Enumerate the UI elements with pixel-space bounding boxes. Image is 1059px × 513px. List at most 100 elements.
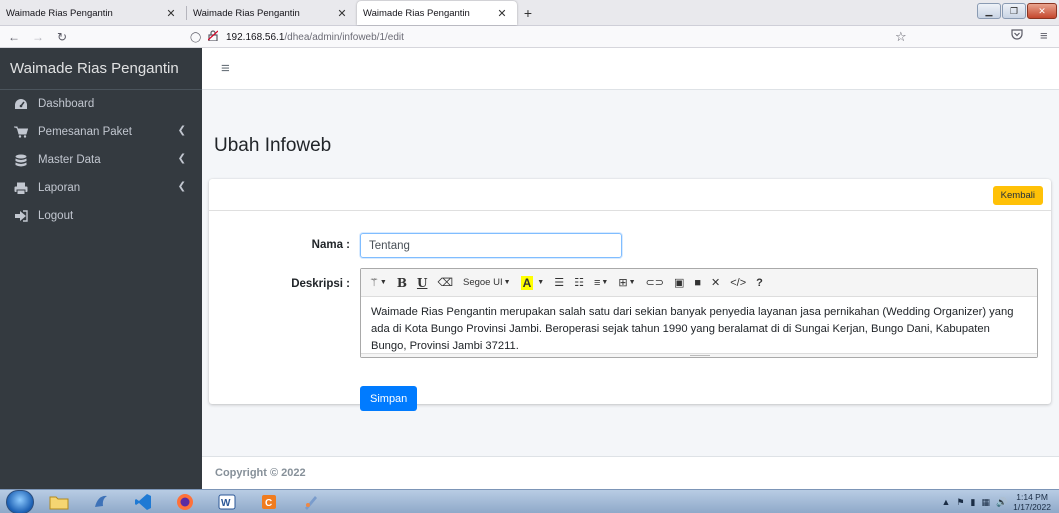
browser-tab-2[interactable]: Waimade Rias Pengantin ✕ bbox=[187, 1, 357, 25]
magic-style-icon[interactable]: ⚚ ▼ bbox=[369, 273, 387, 293]
battery-icon[interactable]: ▮ bbox=[970, 497, 975, 508]
shield-icon[interactable]: ◯ bbox=[190, 32, 202, 43]
card-header: Kembali bbox=[209, 179, 1051, 211]
back-button[interactable]: Kembali bbox=[992, 186, 1043, 205]
fullscreen-icon[interactable]: ✕ bbox=[711, 273, 720, 293]
minimize-icon[interactable]: ▁ bbox=[977, 3, 1001, 19]
page-title: Ubah Infoweb bbox=[214, 135, 332, 156]
svg-text:C: C bbox=[265, 498, 272, 509]
explorer-folder-icon[interactable] bbox=[40, 491, 78, 513]
new-tab-icon[interactable]: + bbox=[517, 1, 539, 25]
sidebar-item-master-data[interactable]: Master Data ❮ bbox=[0, 146, 202, 174]
bold-button[interactable]: B bbox=[397, 273, 407, 293]
editor-resize-handle[interactable] bbox=[361, 353, 1037, 357]
tab-close-icon[interactable]: ✕ bbox=[164, 7, 178, 20]
help-icon[interactable]: ? bbox=[756, 273, 763, 293]
nama-label: Nama : bbox=[311, 239, 350, 251]
word-icon[interactable]: W bbox=[208, 491, 246, 513]
top-header: ≡ bbox=[202, 48, 1059, 90]
database-icon bbox=[13, 154, 29, 167]
tab-title: Waimade Rias Pengantin bbox=[193, 7, 300, 19]
reload-icon[interactable]: ↻ bbox=[52, 30, 72, 44]
orange-app-icon[interactable]: C bbox=[250, 491, 288, 513]
copyright-text: Copyright © 2022 bbox=[215, 467, 306, 479]
dashboard-icon bbox=[13, 98, 29, 110]
browser-tab-bar: Waimade Rias Pengantin ✕ Waimade Rias Pe… bbox=[0, 0, 1059, 26]
form-card: Kembali Nama : Tentang Deskripsi : ⚚ ▼ B … bbox=[209, 179, 1051, 411]
paragraph-align-icon[interactable]: ≡ ▼ bbox=[594, 273, 608, 293]
ordered-list-icon[interactable]: ☷ bbox=[574, 273, 584, 293]
deskripsi-textarea[interactable]: Waimade Rias Pengantin merupakan salah s… bbox=[361, 297, 1037, 357]
sidebar: Waimade Rias Pengantin Dashboard Pemesan… bbox=[0, 48, 202, 489]
link-icon[interactable]: ⊂⊃ bbox=[646, 273, 664, 293]
clock-date: 1/17/2022 bbox=[1013, 502, 1051, 512]
chevron-left-icon: ❮ bbox=[177, 125, 186, 136]
system-tray: ▲ ⚑ ▮ ▦ 🔊 1:14 PM 1/17/2022 bbox=[941, 490, 1059, 513]
svg-text:W: W bbox=[221, 498, 231, 509]
start-button-icon[interactable] bbox=[6, 490, 34, 513]
url-path: /dhea/admin/infoweb/1/edit bbox=[284, 31, 404, 43]
insecure-lock-icon[interactable] bbox=[207, 30, 220, 44]
font-family-dropdown[interactable]: Segoe UI ▼ bbox=[463, 273, 511, 293]
underline-button[interactable]: U bbox=[417, 273, 427, 293]
forward-arrow-icon[interactable]: → bbox=[28, 30, 48, 44]
browser-tab-1[interactable]: Waimade Rias Pengantin ✕ bbox=[0, 1, 186, 25]
window-controls: ▁ ❐ ✕ bbox=[977, 3, 1057, 19]
rich-text-editor: ⚚ ▼ B U ⌫ Segoe UI ▼ A ▼ ☰ ☷ ≡ ▼ ⊞ ▼ ⊂⊃ ▣ ■ … bbox=[360, 268, 1038, 358]
dolphin-app-icon[interactable] bbox=[82, 491, 120, 513]
eraser-icon[interactable]: ⌫ bbox=[437, 273, 453, 293]
tab-close-icon[interactable]: ✕ bbox=[335, 7, 349, 20]
sidebar-item-pemesanan-paket[interactable]: Pemesanan Paket ❮ bbox=[0, 118, 202, 146]
tray-expand-icon[interactable]: ▲ bbox=[941, 497, 950, 507]
video-icon[interactable]: ■ bbox=[694, 273, 701, 293]
resize-grip bbox=[690, 355, 710, 356]
tab-close-icon[interactable]: ✕ bbox=[495, 7, 509, 20]
volume-icon[interactable]: 🔊 bbox=[996, 497, 1007, 508]
back-arrow-icon[interactable]: ← bbox=[4, 30, 24, 44]
font-family-value: Segoe UI bbox=[463, 277, 503, 288]
clock-time: 1:14 PM bbox=[1016, 492, 1048, 502]
flag-icon[interactable]: ⚑ bbox=[956, 497, 964, 508]
editor-toolbar: ⚚ ▼ B U ⌫ Segoe UI ▼ A ▼ ☰ ☷ ≡ ▼ ⊞ ▼ ⊂⊃ ▣ ■ … bbox=[361, 269, 1037, 297]
system-clock[interactable]: 1:14 PM 1/17/2022 bbox=[1013, 492, 1051, 512]
sidebar-item-laporan[interactable]: Laporan ❮ bbox=[0, 174, 202, 202]
menu-toggle-icon[interactable]: ≡ bbox=[221, 60, 230, 77]
code-view-icon[interactable]: </> bbox=[730, 273, 746, 293]
windows-taskbar: W C ▲ ⚑ ▮ ▦ 🔊 1:14 PM 1/17/2022 bbox=[0, 489, 1059, 513]
content-wrapper: Ubah Infoweb Kembali Nama : Tentang Desk… bbox=[202, 90, 1059, 456]
deskripsi-label: Deskripsi : bbox=[291, 278, 350, 290]
maximize-icon[interactable]: ❐ bbox=[1002, 3, 1026, 19]
hamburger-menu-icon[interactable]: ≡ bbox=[1040, 28, 1048, 43]
sidebar-item-logout[interactable]: Logout bbox=[0, 202, 202, 230]
sidebar-item-label: Dashboard bbox=[38, 98, 95, 110]
browser-nav-bar: ← → ↻ ◯ 192.168.56.1/dhea/admin/infoweb/… bbox=[0, 26, 1059, 48]
tab-title: Waimade Rias Pengantin bbox=[363, 7, 470, 19]
print-icon bbox=[13, 182, 29, 195]
pocket-icon[interactable] bbox=[1011, 29, 1023, 43]
browser-tab-3-active[interactable]: Waimade Rias Pengantin ✕ bbox=[357, 1, 517, 25]
sidebar-item-dashboard[interactable]: Dashboard bbox=[0, 90, 202, 118]
save-button[interactable]: Simpan bbox=[360, 386, 418, 411]
unordered-list-icon[interactable]: ☰ bbox=[554, 273, 564, 293]
url-bar[interactable]: ◯ 192.168.56.1/dhea/admin/infoweb/1/edit bbox=[190, 28, 910, 46]
nama-input[interactable]: Tentang bbox=[360, 233, 622, 258]
picture-icon[interactable]: ▣ bbox=[674, 273, 684, 293]
brand-link[interactable]: Waimade Rias Pengantin bbox=[0, 48, 202, 90]
firefox-icon[interactable] bbox=[166, 491, 204, 513]
cart-icon bbox=[13, 126, 29, 138]
vscode-icon[interactable] bbox=[124, 491, 162, 513]
color-picker-button[interactable]: A ▼ bbox=[520, 273, 544, 293]
url-host: 192.168.56.1 bbox=[226, 31, 285, 43]
sign-out-icon bbox=[13, 210, 29, 222]
table-icon[interactable]: ⊞ ▼ bbox=[618, 273, 635, 293]
page-footer: Copyright © 2022 bbox=[202, 456, 1059, 489]
sidebar-item-label: Pemesanan Paket bbox=[38, 126, 132, 138]
sidebar-item-label: Master Data bbox=[38, 154, 101, 166]
bookmark-star-icon[interactable]: ☆ bbox=[895, 29, 907, 45]
sidebar-item-label: Logout bbox=[38, 210, 74, 222]
window-close-icon[interactable]: ✕ bbox=[1027, 3, 1057, 19]
tab-title: Waimade Rias Pengantin bbox=[6, 7, 113, 19]
paint-app-icon[interactable] bbox=[292, 491, 330, 513]
network-icon[interactable]: ▦ bbox=[981, 497, 990, 508]
sidebar-item-label: Laporan bbox=[38, 182, 81, 194]
